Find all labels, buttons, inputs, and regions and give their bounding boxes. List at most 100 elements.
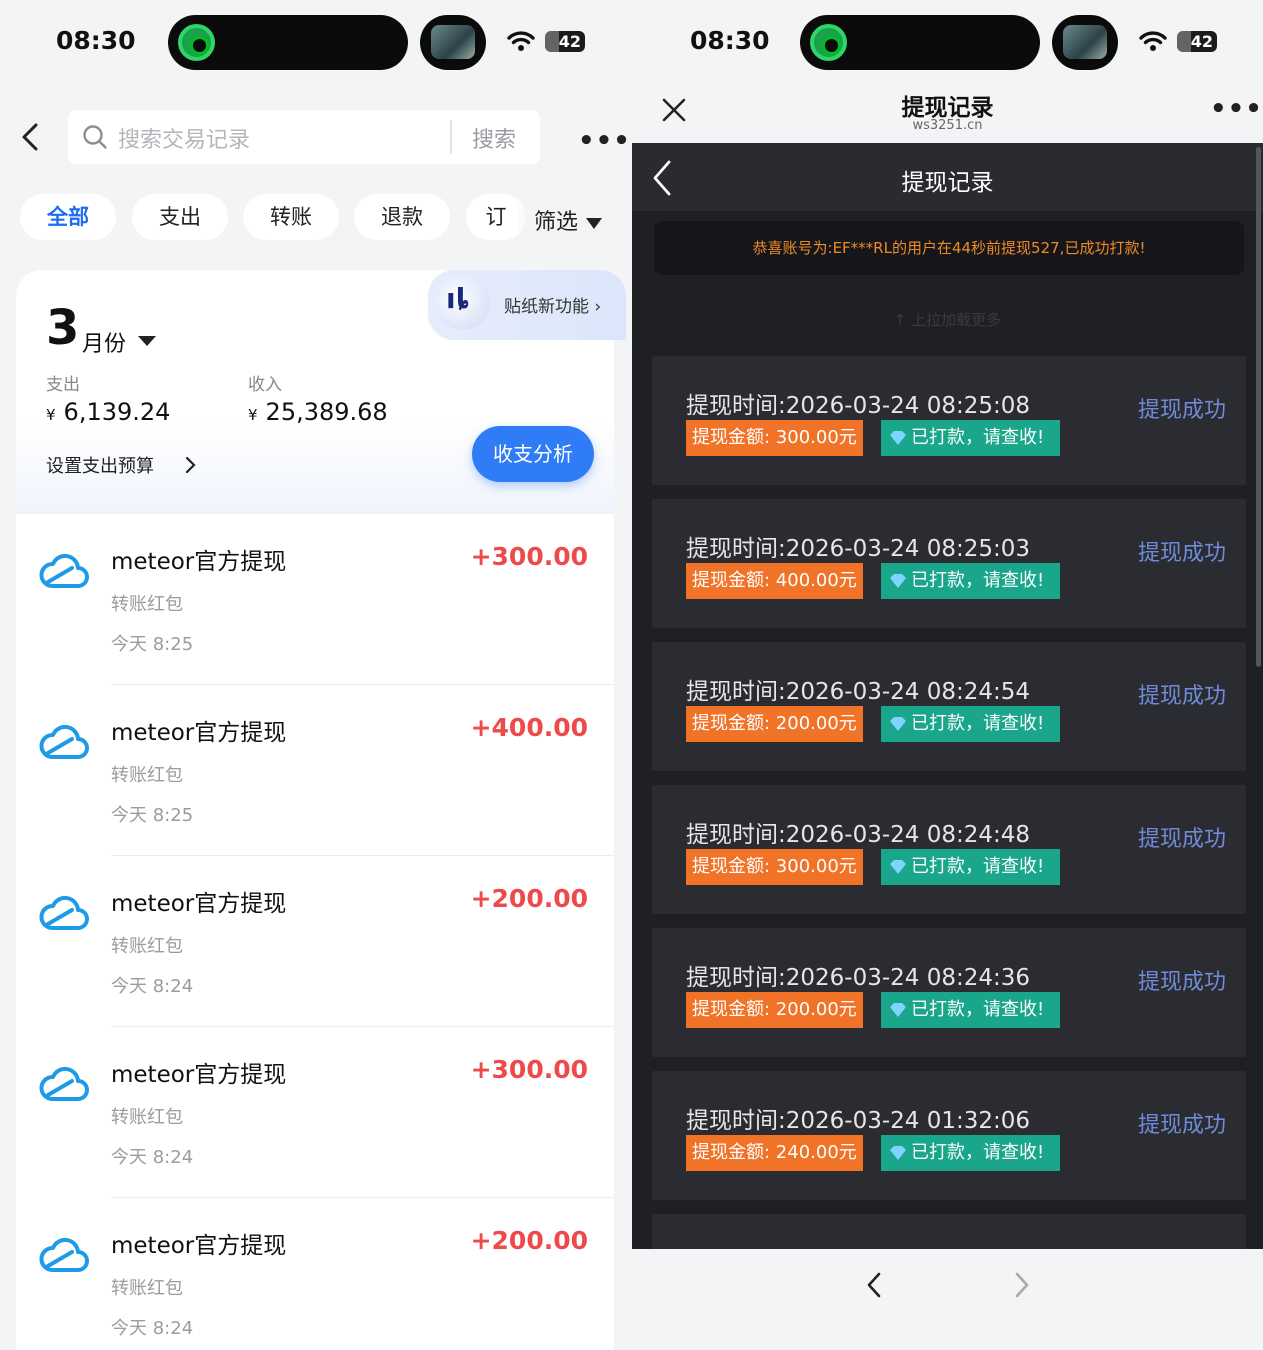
- status-bar: 08:30 42: [0, 0, 632, 84]
- withdrawal-amount-badge: 提现金额: 240.00元: [686, 1135, 863, 1171]
- chip-transfer[interactable]: 转账: [243, 194, 339, 240]
- list-item[interactable]: meteor官方提现 转账红包 今天 8:24 +300.00: [16, 1027, 614, 1198]
- transaction-time: 今天 8:25: [111, 634, 194, 655]
- withdrawal-status[interactable]: 提现成功: [1138, 964, 1226, 996]
- battery-indicator: 42: [1177, 31, 1217, 52]
- withdrawal-status[interactable]: 提现成功: [1138, 821, 1226, 853]
- paid-label: 已打款，请查收!: [911, 427, 1045, 448]
- cloud-icon: [39, 1066, 89, 1101]
- withdrawal-record[interactable]: 提现时间:2026-03-24 08:24:36 提现成功 提现金额: 200.…: [652, 928, 1246, 1057]
- withdrawal-time: 提现时间:2026-03-24 08:24:48: [686, 822, 1031, 848]
- withdrawal-record-partial[interactable]: [652, 1214, 1246, 1254]
- scrollbar[interactable]: [1256, 147, 1261, 667]
- paid-badge: 已打款，请查收!: [881, 1135, 1061, 1171]
- withdrawal-records-screen: 08:30 42 提现记录 ws3251.cn ••• 提现记录 恭喜账号为:E…: [632, 0, 1263, 1350]
- transaction-time: 今天 8:24: [111, 1147, 194, 1168]
- transaction-history-screen: 08:30 42 搜索交易记录 搜索 ••• 全部 支出 转账 退款 订 筛选: [0, 0, 632, 1350]
- chip-all[interactable]: 全部: [20, 194, 116, 240]
- withdrawal-record[interactable]: 提现时间:2026-03-24 08:25:08 提现成功 提现金额: 300.…: [652, 356, 1246, 485]
- page-title: 提现记录: [901, 95, 994, 121]
- search-input[interactable]: 搜索交易记录: [118, 122, 250, 154]
- month-caret-icon[interactable]: [138, 336, 156, 346]
- browser-forward-icon[interactable]: [1014, 1271, 1030, 1299]
- monthly-summary-card: 贴纸新功能 › 3 月份 支出 ¥6,139.24 收入 ¥25,389.68 …: [16, 270, 626, 520]
- transaction-subtitle: 转账红包: [111, 765, 183, 786]
- diamond-icon: [890, 717, 906, 731]
- sticker-feature-banner[interactable]: 贴纸新功能 ›: [428, 270, 626, 340]
- filter-dropdown[interactable]: 筛选: [518, 204, 603, 236]
- chip-order[interactable]: 订: [466, 194, 526, 240]
- withdrawal-amount-badge: 提现金额: 200.00元: [686, 706, 863, 742]
- withdrawal-record[interactable]: 提现时间:2026-03-24 08:24:48 提现成功 提现金额: 300.…: [652, 785, 1246, 914]
- paid-badge: 已打款，请查收!: [881, 849, 1061, 885]
- month-unit[interactable]: 月份: [82, 326, 126, 358]
- browser-bottom-bar: [632, 1249, 1263, 1350]
- transaction-title: meteor官方提现: [111, 891, 287, 917]
- more-menu-button[interactable]: •••: [578, 126, 631, 156]
- transaction-title: meteor官方提现: [111, 720, 287, 746]
- cloud-icon: [39, 724, 89, 759]
- status-time: 08:30: [56, 26, 136, 55]
- chevron-right-icon[interactable]: [184, 456, 196, 474]
- cloud-icon: [39, 1237, 89, 1272]
- withdrawal-record[interactable]: 提现时间:2026-03-24 08:25:03 提现成功 提现金额: 400.…: [652, 499, 1246, 628]
- diamond-icon: [890, 1003, 906, 1017]
- status-time: 08:30: [690, 26, 770, 55]
- paid-label: 已打款，请查收!: [911, 1142, 1045, 1163]
- income-expense-analysis-button[interactable]: 收支分析: [472, 426, 594, 482]
- expense-currency: ¥: [46, 406, 56, 424]
- list-item[interactable]: meteor官方提现 转账红包 今天 8:25 +400.00: [16, 685, 614, 856]
- list-item[interactable]: meteor官方提现 转账红包 今天 8:24 +200.00: [16, 856, 614, 1027]
- transaction-subtitle: 转账红包: [111, 1107, 183, 1128]
- transaction-title: meteor官方提现: [111, 1233, 287, 1259]
- income-currency: ¥: [248, 406, 258, 424]
- chip-refund[interactable]: 退款: [354, 194, 450, 240]
- expense-amount: ¥6,139.24: [46, 398, 170, 426]
- transaction-time: 今天 8:25: [111, 805, 194, 826]
- browser-back-icon[interactable]: [866, 1271, 882, 1299]
- sticker-mascot-icon: [436, 276, 490, 330]
- list-item[interactable]: meteor官方提现 转账红包 今天 8:24 +200.00: [16, 1198, 614, 1350]
- paid-label: 已打款，请查收!: [911, 999, 1045, 1020]
- month-number[interactable]: 3: [46, 300, 79, 356]
- dynamic-island: [168, 15, 408, 70]
- paid-badge: 已打款，请查收!: [881, 563, 1061, 599]
- expense-label: 支出: [46, 375, 80, 395]
- search-bar[interactable]: 搜索交易记录 搜索: [68, 110, 540, 164]
- withdrawal-status[interactable]: 提现成功: [1138, 535, 1226, 567]
- withdrawal-status[interactable]: 提现成功: [1138, 392, 1226, 424]
- more-menu-button[interactable]: •••: [1210, 94, 1263, 124]
- transaction-subtitle: 转账红包: [111, 1278, 183, 1299]
- withdrawal-status[interactable]: 提现成功: [1138, 1107, 1226, 1139]
- diamond-icon: [890, 431, 906, 445]
- income-amount: ¥25,389.68: [248, 398, 388, 426]
- cloud-icon: [39, 553, 89, 588]
- filter-label: 筛选: [534, 210, 579, 235]
- withdrawal-status[interactable]: 提现成功: [1138, 678, 1226, 710]
- browser-header: 提现记录 ws3251.cn •••: [632, 84, 1263, 144]
- transaction-title: meteor官方提现: [111, 1062, 287, 1088]
- pull-to-load-hint: ↑ 上拉加载更多: [893, 311, 1002, 329]
- withdrawal-record[interactable]: 提现时间:2026-03-24 01:32:06 提现成功 提现金额: 240.…: [652, 1071, 1246, 1200]
- back-arrow-icon[interactable]: [18, 122, 44, 152]
- wifi-icon: [507, 31, 535, 51]
- wifi-icon: [1139, 31, 1167, 51]
- caret-down-icon: [586, 217, 603, 229]
- transaction-time: 今天 8:24: [111, 976, 194, 997]
- transaction-list: meteor官方提现 转账红包 今天 8:25 +300.00 meteor官方…: [16, 514, 614, 1350]
- withdrawal-time: 提现时间:2026-03-24 08:25:03: [686, 536, 1031, 562]
- webview-title: 提现记录: [901, 170, 994, 196]
- income-label: 收入: [248, 375, 282, 395]
- set-budget-link[interactable]: 设置支出预算: [46, 452, 154, 478]
- expense-value: 6,139.24: [63, 398, 171, 426]
- chip-expense[interactable]: 支出: [132, 194, 228, 240]
- cloud-icon: [39, 895, 89, 930]
- dynamic-island: [800, 15, 1040, 70]
- withdrawal-record[interactable]: 提现时间:2026-03-24 08:24:54 提现成功 提现金额: 200.…: [652, 642, 1246, 771]
- transaction-amount: +300.00: [470, 1055, 588, 1084]
- withdrawal-time: 提现时间:2026-03-24 08:24:36: [686, 965, 1031, 991]
- list-item[interactable]: meteor官方提现 转账红包 今天 8:25 +300.00: [16, 514, 614, 685]
- withdrawal-amount-badge: 提现金额: 400.00元: [686, 563, 863, 599]
- search-button[interactable]: 搜索: [472, 122, 516, 154]
- withdrawal-amount-badge: 提现金额: 300.00元: [686, 849, 863, 885]
